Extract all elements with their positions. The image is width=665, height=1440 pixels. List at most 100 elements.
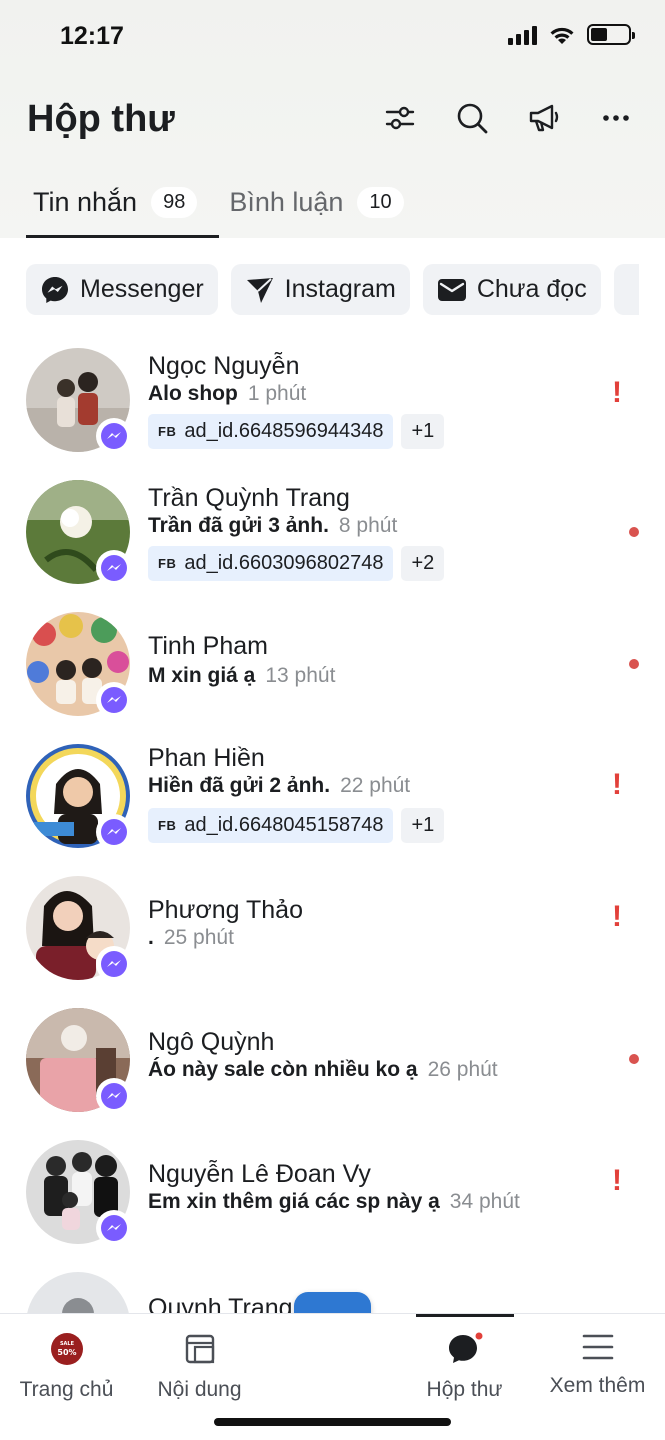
home-avatar-text-1: SALE: [59, 1341, 74, 1347]
avatar: [26, 348, 132, 454]
ad-id-text: ad_id.6648596944348: [184, 420, 384, 442]
messenger-badge-icon: [96, 1078, 132, 1114]
search-icon: [457, 103, 488, 134]
battery-icon: [587, 24, 635, 45]
conversation-item[interactable]: Nguyễn Lê Đoan Vy Em xin thêm giá các sp…: [0, 1132, 665, 1262]
messenger-badge-icon: [96, 946, 132, 982]
nav-more-label: Xem thêm: [549, 1374, 646, 1397]
conversation-item[interactable]: Trần Quỳnh Trang Trần đã gửi 3 ảnh. 8 phú…: [0, 472, 665, 602]
status-icons: [508, 24, 635, 45]
fb-label: FB: [158, 424, 177, 439]
more-button[interactable]: [597, 98, 635, 138]
needs-attention-icon: !: [612, 900, 622, 933]
filter-unread[interactable]: Chưa đọc: [422, 264, 601, 315]
header-area: 12:17 Hộp thư Tin nhắn 98 Bình luận 10: [0, 0, 665, 238]
contact-name: Trần Quỳnh Trang: [148, 484, 350, 512]
nav-inbox[interactable]: Hộp thư: [398, 1332, 531, 1402]
filter-messenger[interactable]: Messenger: [26, 264, 218, 315]
filter-sliders-button[interactable]: [381, 98, 419, 138]
message-preview: M xin giá ạ 13 phút: [148, 664, 335, 688]
avatar: [26, 1008, 132, 1114]
more-tags-badge[interactable]: +1: [401, 414, 445, 449]
tab-messages-label: Tin nhắn: [33, 186, 138, 217]
signal-icon: [508, 25, 537, 45]
avatar: [26, 744, 132, 850]
ad-id-text: ad_id.6648045158748: [184, 814, 384, 836]
message-time: 22 phút: [340, 774, 411, 797]
more-icon: [603, 115, 629, 121]
inbox-chat-icon: [448, 1332, 482, 1363]
avatar: [26, 612, 132, 718]
ad-tag[interactable]: FB ad_id.6603096802748: [148, 546, 394, 581]
tab-messages[interactable]: Tin nhắn 98: [26, 180, 198, 224]
mail-icon: [437, 278, 466, 301]
megaphone-icon: [529, 104, 559, 132]
message-preview: Trần đã gửi 3 ảnh. 8 phút: [148, 514, 397, 538]
filter-messenger-label: Messenger: [80, 275, 204, 303]
avatar: [26, 876, 132, 982]
preview-text: M xin giá ạ: [148, 664, 256, 687]
unread-dot: [629, 659, 639, 669]
fb-label: FB: [158, 818, 177, 833]
contact-name: Nguyễn Lê Đoan Vy: [148, 1160, 371, 1188]
tab-comments[interactable]: Bình luận 10: [229, 180, 404, 224]
message-time: 1 phút: [247, 382, 307, 405]
nav-content[interactable]: Nội dung: [133, 1332, 266, 1402]
messenger-badge-icon: [96, 682, 132, 718]
unread-dot: [629, 1054, 639, 1064]
nav-more[interactable]: Xem thêm: [531, 1332, 664, 1398]
more-tags-badge[interactable]: +2: [401, 546, 445, 581]
filter-sliders-icon: [385, 106, 415, 130]
home-avatar-text-2: 50%: [57, 1348, 76, 1357]
conversation-item[interactable]: Phương Thảo . 25 phút !: [0, 868, 665, 998]
message-time: 13 phút: [265, 664, 336, 687]
messenger-badge-icon: [96, 1210, 132, 1246]
wifi-icon: [550, 27, 574, 44]
filter-unread-label: Chưa đọc: [476, 275, 587, 303]
ad-id-text: ad_id.6603096802748: [184, 552, 384, 574]
search-button[interactable]: [453, 98, 491, 138]
contact-name: Ngọc Nguyễn: [148, 352, 300, 380]
preview-text: Hiền đã gửi 2 ảnh.: [148, 774, 331, 797]
messenger-badge-icon: [96, 418, 132, 454]
message-preview: Áo này sale còn nhiều ko ạ 26 phút: [148, 1058, 498, 1082]
contact-name: Ngô Quỳnh: [148, 1028, 275, 1056]
ad-tag[interactable]: FB ad_id.6648596944348: [148, 414, 394, 449]
message-preview: Hiền đã gửi 2 ảnh. 22 phút: [148, 774, 410, 798]
messenger-badge-icon: [96, 550, 132, 586]
preview-text: Em xin thêm giá các sp này ạ: [148, 1190, 440, 1213]
contact-name: Phương Thảo: [148, 896, 303, 924]
preview-text: Áo này sale còn nhiều ko ạ: [148, 1058, 418, 1081]
conversation-tags: FB ad_id.6648596944348 +1: [148, 414, 445, 449]
contact-name: Phan Hiền: [148, 744, 265, 772]
filter-more-chip[interactable]: [613, 264, 639, 315]
active-nav-indicator: [416, 1314, 514, 1317]
tab-comments-count: 10: [357, 186, 404, 218]
avatar: [26, 480, 132, 586]
conversation-tags: FB ad_id.6648045158748 +1: [148, 808, 445, 843]
active-tab-indicator: [26, 235, 219, 238]
conversation-item[interactable]: Ngọc Nguyễn Alo shop 1 phút FB ad_id.6648…: [0, 340, 665, 470]
nav-content-label: Nội dung: [157, 1378, 242, 1401]
messenger-badge-icon: [96, 814, 132, 850]
needs-attention-icon: !: [612, 376, 622, 409]
nav-home[interactable]: SALE 50% Trang chủ: [0, 1332, 133, 1402]
status-time: 12:17: [60, 22, 124, 50]
needs-attention-icon: !: [612, 1164, 622, 1197]
content-icon: [185, 1334, 214, 1364]
preview-text: Trần đã gửi 3 ảnh.: [148, 514, 329, 537]
home-indicator: [214, 1418, 451, 1426]
unread-dot: [629, 527, 639, 537]
conversation-item[interactable]: Phan Hiền Hiền đã gửi 2 ảnh. 22 phút FB a…: [0, 736, 665, 866]
contact-name: Tinh Pham: [148, 632, 268, 660]
tab-messages-count: 98: [151, 186, 198, 218]
send-icon: [246, 277, 273, 303]
conversation-item[interactable]: Ngô Quỳnh Áo này sale còn nhiều ko ạ 26 p…: [0, 1000, 665, 1130]
broadcast-button[interactable]: [525, 98, 563, 138]
preview-text: Alo shop: [148, 382, 238, 405]
filter-instagram[interactable]: Instagram: [230, 264, 410, 315]
tab-comments-label: Bình luận: [229, 186, 344, 217]
ad-tag[interactable]: FB ad_id.6648045158748: [148, 808, 394, 843]
conversation-item[interactable]: Tinh Pham M xin giá ạ 13 phút: [0, 604, 665, 734]
more-tags-badge[interactable]: +1: [401, 808, 445, 843]
